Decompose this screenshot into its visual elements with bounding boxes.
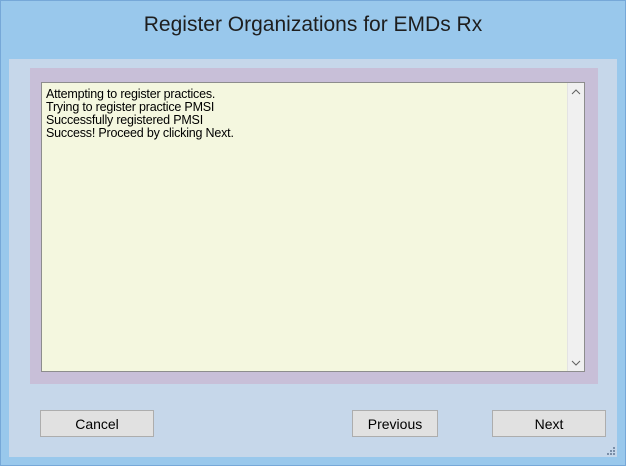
scroll-track[interactable] — [569, 100, 583, 354]
log-frame: Attempting to register practices. Trying… — [30, 68, 598, 384]
dialog-window: Register Organizations for EMDs Rx Attem… — [0, 0, 626, 466]
chevron-down-icon — [571, 360, 581, 366]
scroll-down-button[interactable] — [568, 354, 584, 371]
title-bar[interactable]: Register Organizations for EMDs Rx — [1, 1, 625, 59]
scroll-up-button[interactable] — [568, 83, 584, 100]
window-title: Register Organizations for EMDs Rx — [143, 13, 483, 36]
vertical-scrollbar[interactable] — [567, 83, 584, 371]
previous-button[interactable]: Previous — [352, 410, 438, 437]
log-line: Success! Proceed by clicking Next. — [46, 126, 234, 140]
cancel-button[interactable]: Cancel — [40, 410, 154, 437]
dialog-body: Attempting to register practices. Trying… — [9, 59, 617, 457]
log-textbox[interactable]: Attempting to register practices. Trying… — [41, 82, 585, 372]
chevron-up-icon — [571, 88, 581, 94]
log-text: Attempting to register practices. Trying… — [46, 88, 566, 140]
next-button[interactable]: Next — [492, 410, 606, 437]
resize-grip-icon[interactable] — [605, 445, 615, 455]
